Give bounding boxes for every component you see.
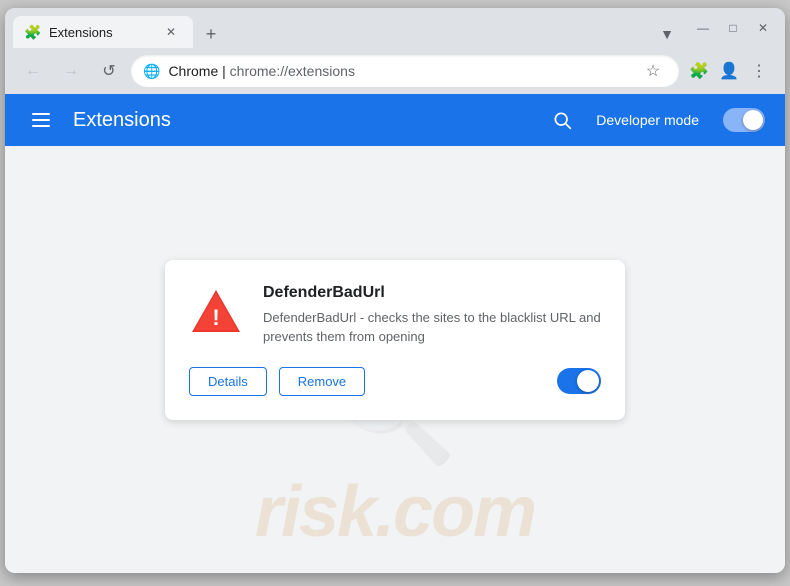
window-controls: — □ ✕ bbox=[681, 14, 777, 42]
puzzle-icon: 🧩 bbox=[24, 24, 41, 41]
extensions-search-button[interactable] bbox=[544, 102, 580, 138]
address-favicon: 🌐 bbox=[143, 63, 160, 80]
tab-favicon: 🧩 bbox=[25, 24, 41, 40]
extension-description: DefenderBadUrl - checks the sites to the… bbox=[263, 308, 601, 347]
watermark-text: risk.com bbox=[255, 471, 535, 553]
tab-title: Extensions bbox=[49, 25, 153, 40]
maximize-button[interactable]: □ bbox=[719, 14, 747, 42]
address-domain: Chrome bbox=[168, 63, 218, 79]
card-top: ! DefenderBadUrl DefenderBadUrl - checks… bbox=[189, 284, 601, 347]
toggle-on-knob bbox=[577, 370, 599, 392]
menu-button[interactable]: ⋮ bbox=[745, 57, 773, 85]
title-bar: 🧩 Extensions ✕ + ▼ — □ ✕ bbox=[5, 8, 785, 48]
address-path: chrome://extensions bbox=[230, 63, 355, 79]
address-actions: ☆ bbox=[639, 57, 667, 85]
tab-search-button[interactable]: ▼ bbox=[653, 20, 681, 48]
close-button[interactable]: ✕ bbox=[749, 14, 777, 42]
address-bar-row: ← → ↺ 🌐 Chrome | chrome://extensions ☆ 🧩… bbox=[5, 48, 785, 94]
forward-button[interactable]: → bbox=[55, 55, 87, 87]
developer-mode-toggle[interactable] bbox=[723, 108, 765, 132]
hamburger-icon bbox=[32, 113, 50, 127]
browser-window: 🧩 Extensions ✕ + ▼ — □ ✕ ← → ↺ 🌐 Chrome … bbox=[5, 8, 785, 573]
address-bar[interactable]: 🌐 Chrome | chrome://extensions ☆ bbox=[131, 55, 679, 87]
extension-name: DefenderBadUrl bbox=[263, 284, 601, 302]
remove-button[interactable]: Remove bbox=[279, 367, 365, 396]
active-tab[interactable]: 🧩 Extensions ✕ bbox=[13, 16, 193, 48]
reload-button[interactable]: ↺ bbox=[93, 55, 125, 87]
tab-strip: 🧩 Extensions ✕ + ▼ bbox=[13, 8, 681, 48]
toggle-on[interactable] bbox=[557, 368, 601, 394]
toolbar-right: 🧩 👤 ⋮ bbox=[685, 57, 773, 85]
profile-button[interactable]: 👤 bbox=[715, 57, 743, 85]
main-content: 🔍 risk.com ! DefenderBadUrl DefenderBadU… bbox=[5, 146, 785, 573]
details-button[interactable]: Details bbox=[189, 367, 267, 396]
svg-text:!: ! bbox=[212, 305, 219, 330]
address-text: Chrome | chrome://extensions bbox=[168, 63, 631, 79]
card-actions: Details Remove bbox=[189, 367, 601, 396]
hamburger-menu-button[interactable] bbox=[25, 104, 57, 136]
extensions-header: Extensions Developer mode bbox=[5, 94, 785, 146]
extension-toggle[interactable] bbox=[557, 368, 601, 394]
warning-triangle-svg: ! bbox=[189, 287, 243, 335]
extension-card: ! DefenderBadUrl DefenderBadUrl - checks… bbox=[165, 260, 625, 420]
tab-close-button[interactable]: ✕ bbox=[161, 22, 181, 42]
new-tab-button[interactable]: + bbox=[197, 20, 225, 48]
minimize-button[interactable]: — bbox=[689, 14, 717, 42]
extensions-button[interactable]: 🧩 bbox=[685, 57, 713, 85]
card-info: DefenderBadUrl DefenderBadUrl - checks t… bbox=[263, 284, 601, 347]
search-icon bbox=[552, 110, 572, 130]
extensions-page-title: Extensions bbox=[73, 109, 528, 132]
address-separator: | bbox=[218, 63, 229, 79]
back-button[interactable]: ← bbox=[17, 55, 49, 87]
bookmark-button[interactable]: ☆ bbox=[639, 57, 667, 85]
toggle-knob bbox=[743, 110, 763, 130]
warning-icon: ! bbox=[189, 284, 243, 338]
developer-mode-label: Developer mode bbox=[596, 112, 699, 128]
